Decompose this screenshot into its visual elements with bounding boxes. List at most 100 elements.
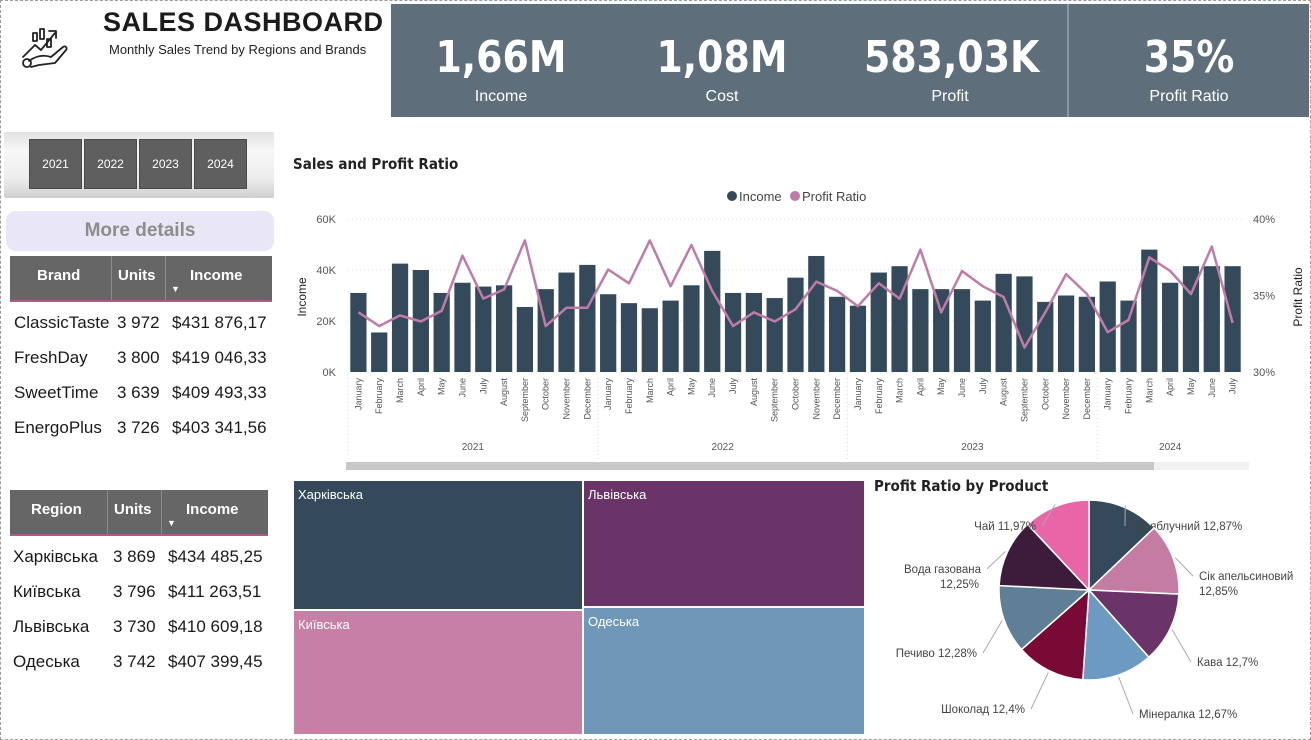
kpi-value: 35% [1143,32,1235,83]
table-row[interactable]: Одеська 3 742 $407 399,45 [10,645,268,680]
income-bar[interactable] [495,285,513,372]
legend-income-marker [727,191,737,201]
income-bar[interactable] [1141,249,1158,372]
table-header: Region Units ▼ Income [10,490,268,536]
income-bar[interactable] [974,300,991,372]
sort-descending-icon[interactable]: ▼ [167,518,176,528]
income-bar[interactable] [829,296,846,372]
income-cell: $434 485,25 [168,547,263,566]
income-cell: $411 263,51 [168,582,262,601]
table-row[interactable]: SweetTime 3 639 $409 493,33 [10,376,272,411]
x-tick-label: June [707,378,717,398]
income-bar[interactable] [787,277,804,372]
units-cell: 3 869 [113,547,156,566]
income-bar[interactable] [995,273,1012,372]
year-button-2022[interactable]: 2022 [84,139,137,189]
income-bar[interactable] [766,298,783,372]
table-row[interactable]: Харківська 3 869 $434 485,25 [10,540,268,575]
legend-profit-ratio-label: Profit Ratio [802,189,866,204]
more-details-button[interactable]: More details [6,211,274,251]
income-bar[interactable] [683,285,700,372]
income-bar[interactable] [1057,295,1075,373]
column-header-region[interactable]: Region [31,501,82,518]
column-header-units[interactable]: Units [118,267,156,284]
x-tick-label: January [1103,378,1113,411]
column-header-income[interactable]: Income [186,501,239,518]
column-divider [107,490,108,534]
pie-leader-line [1171,629,1192,663]
x-tick-label: July [478,378,488,395]
treemap-cell-kharkivska[interactable]: Харківська [293,480,583,610]
income-bar[interactable] [704,250,721,372]
treemap-cell-odeska[interactable]: Одеська [583,607,865,735]
income-bar[interactable] [953,289,971,372]
income-bar[interactable] [1078,296,1096,372]
income-bar[interactable] [350,292,367,372]
table-row[interactable]: Київська 3 796 $411 263,51 [10,575,268,610]
income-bar[interactable] [433,292,450,372]
treemap-cell-kyivska[interactable]: Київська [293,610,583,735]
chart-scrollbar[interactable] [346,462,1249,470]
table-row[interactable]: EnergoPlus 3 726 $403 341,56 [10,411,272,446]
income-bar[interactable] [1120,300,1137,372]
income-bar[interactable] [662,300,679,372]
x-tick-label: December [832,378,842,420]
income-cell: $431 876,17 [172,313,267,332]
sales-profit-combo-chart: Income Profit Ratio Income Profit Ratio … [295,189,1305,462]
brand-cell: ClassicTaste [14,313,110,332]
chart-legend[interactable]: Income Profit Ratio [727,189,866,204]
table-row[interactable]: ClassicTaste 3 972 $431 876,17 [10,306,272,341]
income-bar[interactable] [912,289,929,372]
year-label: 2024 [1159,442,1182,453]
income-bar[interactable] [1099,281,1116,372]
scrollbar-thumb[interactable] [346,462,1154,470]
income-bar[interactable] [641,308,658,372]
income-bar[interactable] [1016,276,1033,372]
income-bar[interactable] [1162,282,1179,372]
income-bar[interactable] [371,332,388,372]
year-button-2021[interactable]: 2021 [29,139,82,189]
x-tick-label: March [1144,378,1154,403]
column-divider [165,256,166,300]
units-cell: 3 742 [113,652,156,671]
income-bar[interactable] [558,272,575,372]
income-bar[interactable] [579,264,596,372]
year-label: 2021 [462,442,485,453]
column-header-units[interactable]: Units [114,501,152,518]
pie-slice-label: Мінералка 12,67% [1139,709,1237,721]
x-tick-label: March [395,378,405,403]
income-bar[interactable] [745,292,762,372]
income-bar[interactable] [808,255,825,372]
income-bar[interactable] [516,306,534,372]
column-header-brand[interactable]: Brand [37,267,80,284]
kpi-label: Profit [931,88,969,105]
x-tick-label: April [416,378,426,396]
y-tick-label: 40K [316,265,336,277]
income-bar[interactable] [600,294,617,372]
income-bar[interactable] [891,266,908,372]
income-bar[interactable] [849,305,867,372]
income-bar[interactable] [620,303,638,372]
pie-slice-label: Сік апельсиновий 12,85% [1199,571,1293,598]
treemap-cell-lvivska[interactable]: Львівська [583,480,865,607]
units-cell: 3 639 [117,383,160,402]
year-button-2024[interactable]: 2024 [194,139,247,189]
x-tick-label: December [1082,378,1092,420]
x-tick-label: July [728,378,738,395]
sort-descending-icon[interactable]: ▼ [171,284,180,294]
income-cell: $419 046,33 [172,348,267,367]
region-table: Region Units ▼ Income Харківська 3 869 $43… [10,490,268,680]
income-bar[interactable] [454,282,471,372]
income-bar[interactable] [1203,266,1220,372]
table-row[interactable]: FreshDay 3 800 $419 046,33 [10,341,272,376]
column-header-income[interactable]: Income [190,267,243,284]
x-tick-label: August [749,378,759,407]
kpi-value: 583,03K [864,32,1040,83]
table-row[interactable]: Львівська 3 730 $410 609,18 [10,610,268,645]
x-tick-label: February [374,378,384,415]
x-tick-label: April [666,378,676,396]
pie-leader-line [982,620,1003,654]
sales-growth-icon [22,28,68,68]
income-bar[interactable] [724,292,742,372]
year-button-2023[interactable]: 2023 [139,139,192,189]
